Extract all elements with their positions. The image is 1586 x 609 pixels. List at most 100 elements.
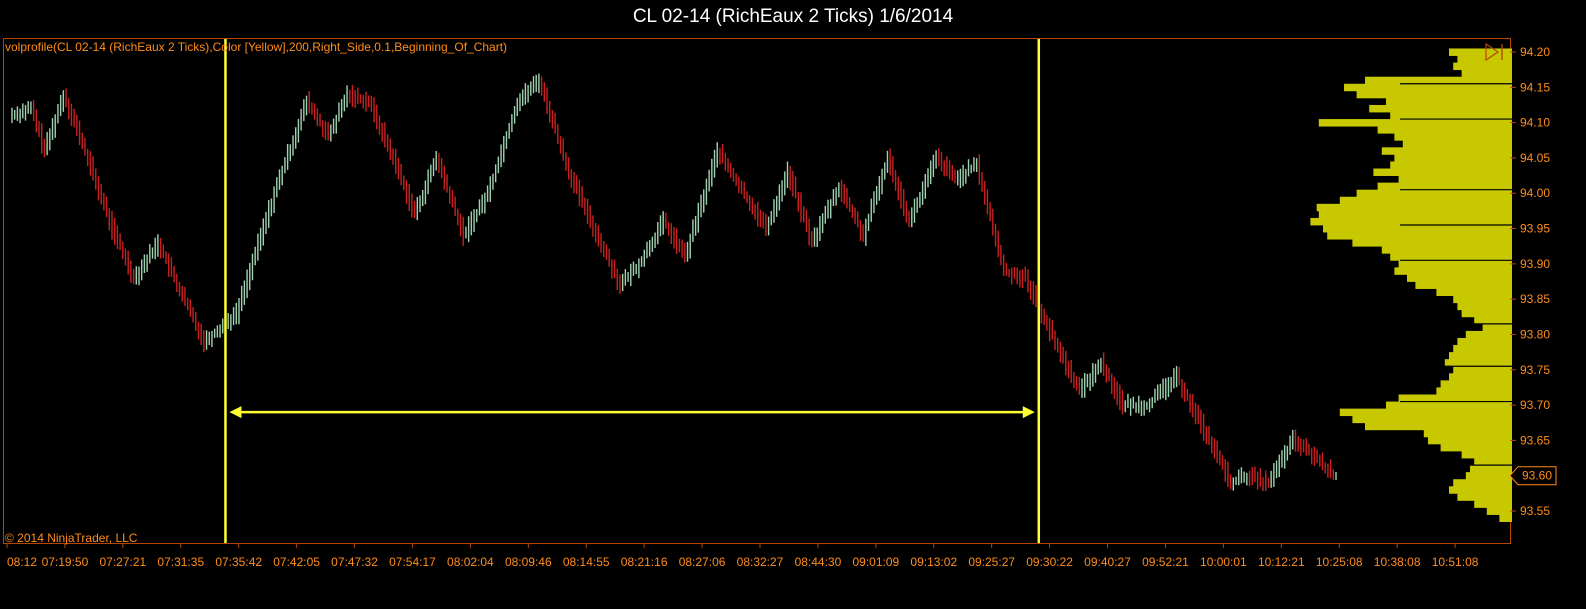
volume-profile-bar — [1461, 69, 1512, 78]
x-tick-label: 09:01:09 — [852, 555, 899, 569]
x-tick-label: 08:32:27 — [737, 555, 784, 569]
volume-profile-bar — [1465, 330, 1512, 339]
volume-profile-bar — [1318, 119, 1512, 127]
volume-profile-bar — [1394, 133, 1512, 141]
x-tick-label: 10:12:21 — [1258, 555, 1305, 569]
volume-profile-bar — [1394, 267, 1512, 275]
volume-profile-bar — [1352, 239, 1512, 247]
current-price-label: 93.60 — [1522, 469, 1552, 483]
volume-profile-bar — [1440, 443, 1512, 452]
volume-profile-bar — [1365, 422, 1512, 431]
volume-profile-bar — [1318, 210, 1512, 219]
volume-profile-bar — [1457, 302, 1512, 311]
volume-profile-bar — [1474, 500, 1512, 508]
volume-profile-bar — [1457, 55, 1512, 63]
volume-profile-bar — [1402, 140, 1512, 148]
volume-profile-bar — [1436, 288, 1512, 297]
x-tick-label: 09:25:27 — [968, 555, 1015, 569]
volume-profile-bar — [1461, 309, 1512, 318]
price-chart: 94.20 94.15 94.10 94.05 94.00 93.95 93.90 93.85… — [6, 39, 1557, 569]
volume-profile-bar — [1390, 112, 1512, 120]
volume-profile-bar — [1457, 493, 1512, 501]
x-tick-label: 08:21:16 — [621, 555, 668, 569]
volume-profile-bar — [1352, 415, 1512, 424]
annotation-arrow-head-left — [229, 406, 242, 419]
x-tick-label: 07:47:32 — [331, 555, 378, 569]
volume-profile-bar — [1453, 62, 1512, 71]
volume-profile-bar — [1453, 366, 1512, 374]
volume-profile-bar — [1327, 232, 1512, 240]
volume-profile-bar — [1482, 323, 1512, 332]
volume-profile-bar — [1316, 203, 1512, 212]
y-tick-label: 93.75 — [1520, 363, 1550, 377]
volume-profile-bar — [1339, 196, 1512, 205]
x-tick-label: 09:30:22 — [1026, 555, 1073, 569]
volume-profile-bar — [1323, 225, 1512, 233]
x-tick-label: 07:31:35 — [157, 555, 204, 569]
volume-profile-bar — [1440, 380, 1512, 388]
volume-profile-bar — [1365, 76, 1512, 85]
volume-profile-bar — [1386, 401, 1512, 410]
y-tick-label: 94.20 — [1520, 45, 1550, 59]
volume-profile-bar — [1310, 217, 1512, 226]
volume-profile-bar — [1499, 514, 1512, 522]
x-tick-label: 08:12 — [7, 555, 37, 569]
volume-profile-bar — [1470, 465, 1512, 473]
y-tick-label: 93.90 — [1520, 257, 1550, 271]
y-tick-label: 93.55 — [1520, 504, 1550, 518]
volume-profile-bar — [1386, 97, 1512, 106]
y-tick-label: 93.95 — [1520, 222, 1550, 236]
y-tick-label: 94.05 — [1520, 151, 1550, 165]
y-tick-label: 93.65 — [1520, 433, 1550, 447]
y-tick-label: 93.85 — [1520, 292, 1550, 306]
y-tick-label: 93.80 — [1520, 327, 1550, 341]
x-tick-label: 10:00:01 — [1200, 555, 1247, 569]
volume-profile-bar — [1449, 486, 1512, 494]
x-tick-label: 08:09:46 — [505, 555, 552, 569]
volume-profile-bar — [1369, 104, 1512, 113]
volume-profile-bar — [1449, 352, 1512, 360]
copyright-text: © 2014 NinjaTrader, LLC — [5, 531, 138, 545]
x-tick-label: 07:19:50 — [42, 555, 89, 569]
x-tick-label: 08:14:55 — [563, 555, 610, 569]
volume-profile-bar — [1428, 436, 1512, 445]
volume-profile-bar — [1474, 316, 1512, 325]
x-tick-label: 07:42:05 — [273, 555, 320, 569]
x-tick-label: 10:38:08 — [1374, 555, 1421, 569]
volume-profile-bar — [1381, 246, 1512, 254]
annotation-arrow-head-right — [1022, 406, 1035, 419]
volume-profile-bar — [1377, 126, 1512, 134]
volume-profile-bar — [1339, 408, 1512, 417]
volume-profile-bar — [1449, 373, 1512, 381]
volume-profile-bar — [1474, 458, 1512, 466]
y-tick-label: 94.10 — [1520, 116, 1550, 130]
volume-profile-bar — [1398, 260, 1512, 268]
y-tick-label: 94.00 — [1520, 186, 1550, 200]
volume-profile-bar — [1461, 450, 1512, 459]
x-tick-label: 08:02:04 — [447, 555, 494, 569]
volume-profile-bar — [1377, 182, 1512, 191]
x-tick-label: 10:51:08 — [1432, 555, 1479, 569]
volume-profile-bar — [1407, 274, 1512, 282]
x-tick-label: 10:25:08 — [1316, 555, 1363, 569]
volume-profile-bar — [1465, 472, 1512, 480]
volume-profile-bar — [1394, 154, 1512, 162]
volume-profile-bar — [1390, 161, 1512, 169]
x-tick-label: 09:52:21 — [1142, 555, 1189, 569]
volume-profile-bar — [1415, 281, 1512, 289]
indicator-label: volprofile(CL 02-14 (RichEaux 2 Ticks),C… — [5, 40, 508, 54]
y-tick-label: 93.70 — [1520, 398, 1550, 412]
x-tick-label: 08:27:06 — [679, 555, 726, 569]
volume-profile-bar — [1453, 295, 1512, 304]
chart-window: CL 02-14 (RichEaux 2 Ticks) 1/6/2014 94.… — [0, 0, 1586, 609]
volume-profile-bar — [1373, 168, 1512, 176]
x-tick-label: 08:44:30 — [795, 555, 842, 569]
x-tick-label: 09:13:02 — [910, 555, 957, 569]
volume-profile-bar — [1381, 147, 1512, 155]
volume-profile-bar — [1398, 394, 1512, 402]
volume-profile-bar — [1423, 429, 1512, 438]
volume-profile-bar — [1457, 337, 1512, 346]
volume-profile-bar — [1486, 507, 1512, 515]
volume-profile-bar — [1453, 345, 1512, 353]
volume-profile-bar — [1344, 83, 1512, 92]
